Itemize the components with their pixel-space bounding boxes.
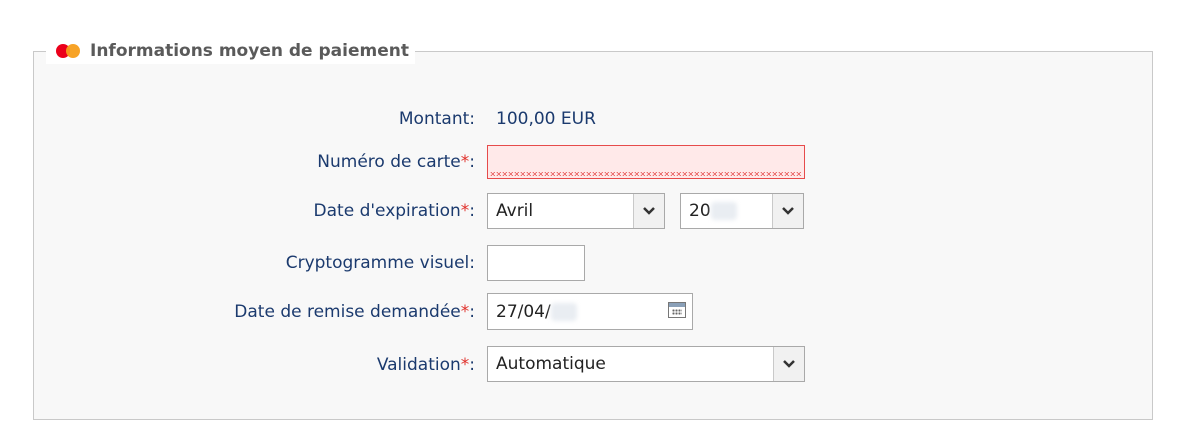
error-underline	[490, 172, 802, 176]
legend-title: Informations moyen de paiement	[90, 41, 409, 61]
cvv-label: Cryptogramme visuel:	[285, 253, 475, 273]
validation-label: Validation*:	[376, 355, 475, 375]
card-number-row: Numéro de carte*:	[0, 143, 1190, 181]
card-logo-icon	[56, 44, 82, 58]
card-number-label: Numéro de carte*:	[317, 152, 475, 172]
remit-date-row: Date de remise demandée*: 27/04/	[0, 293, 1190, 331]
remit-date-input[interactable]: 27/04/	[487, 293, 693, 330]
chevron-down-icon[interactable]	[773, 347, 804, 381]
expiry-row: Date d'expiration*: Avril 20	[0, 192, 1190, 230]
expiry-year-select[interactable]: 20	[680, 193, 804, 229]
chevron-down-icon[interactable]	[633, 194, 664, 228]
expiry-label: Date d'expiration*:	[313, 201, 475, 221]
validation-value: Automatique	[496, 354, 606, 374]
expiry-month-select[interactable]: Avril	[487, 193, 665, 229]
redacted-blur	[710, 202, 737, 220]
validation-select[interactable]: Automatique	[487, 346, 805, 382]
amount-value: 100,00 EUR	[496, 109, 596, 129]
amount-label: Montant:	[398, 109, 475, 129]
redacted-blur	[550, 302, 577, 321]
card-number-input[interactable]	[487, 145, 805, 179]
chevron-down-icon[interactable]	[772, 194, 803, 228]
validation-row: Validation*: Automatique	[0, 346, 1190, 384]
calendar-icon[interactable]	[668, 302, 686, 318]
expiry-month-value: Avril	[496, 201, 534, 221]
remit-date-value: 27/04/	[496, 302, 577, 322]
amount-row: Montant: 100,00 EUR	[0, 100, 1190, 138]
cvv-row: Cryptogramme visuel:	[0, 244, 1190, 282]
cvv-input[interactable]	[487, 245, 585, 281]
expiry-year-value: 20	[689, 201, 737, 221]
fieldset-legend: Informations moyen de paiement	[46, 38, 415, 64]
remit-date-label: Date de remise demandée*:	[234, 302, 475, 322]
